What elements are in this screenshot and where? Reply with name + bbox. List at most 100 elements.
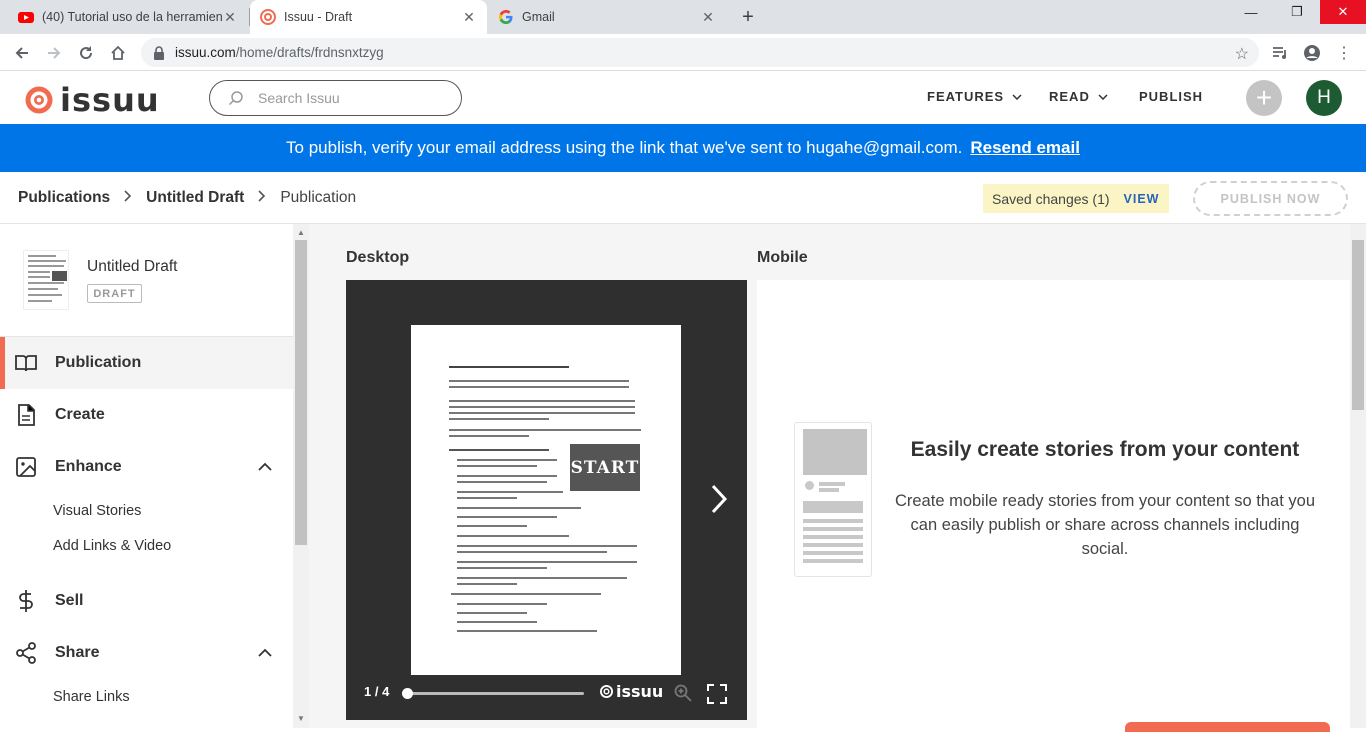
mobile-label: Mobile bbox=[757, 249, 808, 266]
sidebar-item-share[interactable]: Share bbox=[0, 627, 293, 679]
document-icon bbox=[18, 404, 35, 426]
page-slider[interactable] bbox=[406, 692, 584, 695]
sidebar-item-publication[interactable]: Publication bbox=[0, 337, 293, 389]
sidebar-scrollbar[interactable]: ▲ ▼ bbox=[293, 224, 309, 728]
nav-read[interactable]: READ bbox=[1049, 89, 1108, 104]
publish-now-button[interactable]: PUBLISH NOW bbox=[1193, 181, 1348, 216]
sidebar-item-create[interactable]: Create bbox=[0, 389, 293, 441]
sidebar-subitem-share-links[interactable]: Share Links bbox=[53, 689, 130, 705]
document-thumbnail[interactable] bbox=[23, 250, 69, 310]
fullscreen-icon[interactable] bbox=[707, 684, 727, 704]
issuu-logo-icon bbox=[25, 86, 53, 114]
preview-area: Desktop Mobile START 1 / 4 issuu Easily … bbox=[309, 224, 1350, 728]
view-changes-button[interactable]: VIEW bbox=[1124, 192, 1160, 206]
search-icon bbox=[228, 91, 243, 106]
verify-email-banner: To publish, verify your email address us… bbox=[0, 124, 1366, 172]
reading-list-icon[interactable] bbox=[1268, 41, 1292, 65]
breadcrumb-current: Publication bbox=[280, 188, 357, 206]
document-page: START bbox=[411, 325, 681, 675]
chevron-up-icon[interactable] bbox=[258, 648, 272, 657]
chevron-up-icon[interactable] bbox=[258, 462, 272, 471]
page-image: START bbox=[570, 444, 640, 491]
google-icon bbox=[499, 10, 513, 24]
mobile-heading: Easily create stories from your content bbox=[910, 438, 1300, 461]
main-scrollbar[interactable] bbox=[1350, 224, 1366, 728]
issuu-header: issuu FEATURES READ PUBLISH + H bbox=[0, 71, 1366, 124]
sidebar-item-enhance[interactable]: Enhance bbox=[0, 441, 293, 493]
home-icon[interactable] bbox=[106, 41, 130, 65]
bookmark-star-icon[interactable]: ☆ bbox=[1235, 44, 1249, 64]
book-icon bbox=[15, 355, 37, 372]
close-icon[interactable]: ✕ bbox=[222, 9, 238, 25]
new-tab-button[interactable]: + bbox=[737, 6, 759, 28]
issuu-logo-icon bbox=[600, 685, 613, 698]
search-box[interactable] bbox=[209, 80, 462, 116]
nav-label: PUBLISH bbox=[1139, 89, 1204, 104]
add-button[interactable]: + bbox=[1246, 80, 1282, 116]
dollar-icon bbox=[19, 590, 33, 612]
profile-icon[interactable] bbox=[1300, 41, 1324, 65]
sidebar-item-label: Sell bbox=[55, 592, 84, 609]
reload-icon[interactable] bbox=[74, 41, 98, 65]
nav-label: READ bbox=[1049, 89, 1090, 104]
minimize-button[interactable]: — bbox=[1228, 0, 1274, 24]
scrollbar-thumb[interactable] bbox=[1352, 240, 1364, 410]
breadcrumb-untitled-draft[interactable]: Untitled Draft bbox=[146, 189, 244, 207]
tab-title: (40) Tutorial uso de la herramient bbox=[42, 10, 222, 24]
close-icon[interactable]: ✕ bbox=[700, 9, 716, 25]
forward-arrow-icon[interactable] bbox=[42, 41, 66, 65]
logo-text: issuu bbox=[60, 81, 160, 119]
nav-features[interactable]: FEATURES bbox=[927, 89, 1022, 104]
tab-title: Gmail bbox=[522, 10, 555, 24]
sidebar-item-sell[interactable]: Sell bbox=[0, 575, 293, 627]
scrollbar-thumb[interactable] bbox=[295, 240, 307, 545]
image-icon bbox=[16, 457, 36, 477]
maximize-button[interactable]: ❐ bbox=[1274, 0, 1320, 24]
sidebar-item-label: Create bbox=[55, 406, 105, 423]
page-slider-handle[interactable] bbox=[402, 688, 413, 699]
page-indicator: 1 / 4 bbox=[364, 684, 390, 699]
sidebar-subitem-visual-stories[interactable]: Visual Stories bbox=[53, 503, 141, 519]
youtube-icon bbox=[18, 12, 34, 23]
chevron-right-icon bbox=[258, 189, 266, 207]
mobile-story-illustration bbox=[794, 422, 872, 577]
share-icon bbox=[16, 642, 36, 664]
next-page-arrow-icon[interactable] bbox=[710, 483, 728, 515]
sidebar-item-label: Enhance bbox=[55, 458, 122, 475]
zoom-icon[interactable] bbox=[674, 684, 692, 702]
search-input[interactable] bbox=[256, 89, 446, 107]
chevron-right-icon bbox=[124, 189, 132, 207]
issuu-icon bbox=[260, 9, 276, 25]
browser-tab-strip: (40) Tutorial uso de la herramient ✕ Iss… bbox=[0, 0, 1366, 34]
avatar[interactable]: H bbox=[1306, 80, 1342, 116]
breadcrumb-publications[interactable]: Publications bbox=[18, 189, 110, 207]
mobile-description: Create mobile ready stories from your co… bbox=[894, 492, 1316, 558]
issuu-logo[interactable]: issuu bbox=[24, 81, 160, 119]
plus-icon: + bbox=[1255, 82, 1273, 113]
tab-gmail[interactable]: Gmail ✕ bbox=[488, 0, 726, 34]
back-arrow-icon[interactable] bbox=[10, 41, 34, 65]
create-story-button-edge[interactable] bbox=[1125, 722, 1330, 732]
address-bar[interactable]: issuu.com/home/drafts/frdnsnxtzyg ☆ bbox=[141, 38, 1259, 67]
url-path: /home/drafts/frdnsnxtzyg bbox=[235, 45, 384, 60]
tab-issuu[interactable]: Issuu - Draft ✕ bbox=[250, 0, 487, 34]
draft-badge: DRAFT bbox=[87, 284, 142, 303]
window-close-button[interactable]: ✕ bbox=[1320, 0, 1366, 24]
chevron-down-icon bbox=[1098, 93, 1108, 100]
viewer-controls: 1 / 4 issuu bbox=[346, 665, 747, 720]
sidebar-item-label: Publication bbox=[55, 354, 142, 371]
desktop-viewer[interactable]: START 1 / 4 issuu bbox=[346, 280, 747, 720]
nav-publish[interactable]: PUBLISH bbox=[1139, 89, 1203, 104]
nav-label: FEATURES bbox=[927, 89, 1005, 104]
viewer-issuu-logo: issuu bbox=[600, 682, 663, 701]
resend-email-link[interactable]: Resend email bbox=[970, 138, 1080, 158]
document-title: Untitled Draft bbox=[87, 258, 178, 275]
tab-title: Issuu - Draft bbox=[284, 10, 353, 24]
sidebar-subitem-add-links-video[interactable]: Add Links & Video bbox=[53, 538, 171, 554]
browser-toolbar: issuu.com/home/drafts/frdnsnxtzyg ☆ ⋮ bbox=[0, 34, 1366, 71]
more-menu-icon[interactable]: ⋮ bbox=[1332, 41, 1356, 65]
tab-youtube[interactable]: (40) Tutorial uso de la herramient ✕ bbox=[8, 0, 248, 34]
close-icon[interactable]: ✕ bbox=[461, 9, 477, 25]
saved-changes-badge: Saved changes (1) VIEW bbox=[983, 184, 1169, 213]
desktop-label: Desktop bbox=[346, 249, 410, 266]
